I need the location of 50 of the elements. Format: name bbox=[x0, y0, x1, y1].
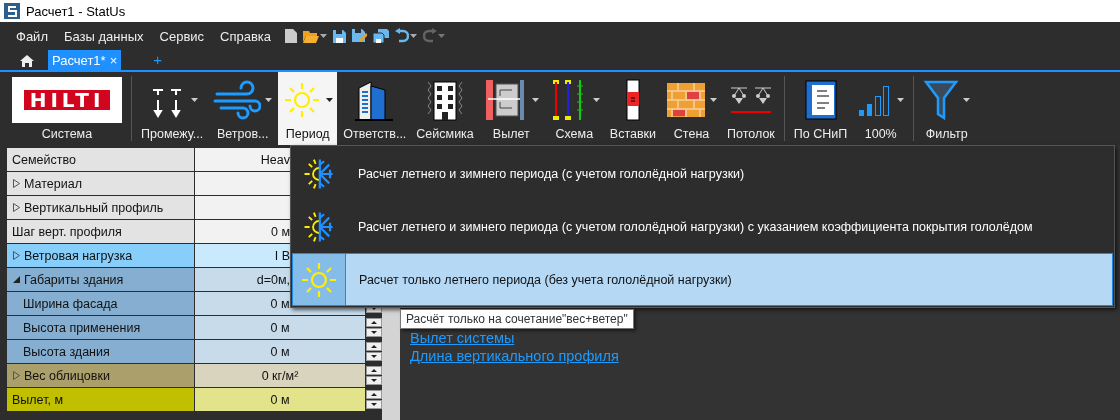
toolbar-button[interactable]: Фильтр bbox=[919, 72, 975, 145]
menu-item[interactable]: Файл bbox=[8, 28, 56, 44]
value-text: Heav bbox=[260, 152, 290, 167]
property-name: Высота здания bbox=[23, 344, 110, 359]
property-name: Шаг верт. профиля bbox=[12, 224, 122, 239]
menu-item[interactable]: Базы данных bbox=[55, 28, 152, 44]
property-name: Материал bbox=[24, 176, 82, 191]
menu-item[interactable]: Сервис bbox=[151, 28, 213, 44]
property-name: Ветровая нагрузка bbox=[24, 248, 133, 263]
value-text: 0 м bbox=[270, 392, 290, 407]
property-value[interactable]: 0 м bbox=[195, 340, 365, 363]
value-text: 0 м bbox=[270, 344, 290, 359]
property-value[interactable]: 0 м bbox=[195, 316, 365, 339]
property-value[interactable]: 0 м bbox=[195, 388, 365, 411]
property-name: Ширина фасада bbox=[23, 296, 118, 311]
toolbar-button[interactable]: Вставки bbox=[605, 72, 661, 145]
value-text: d=0м, bbox=[256, 272, 290, 287]
value-text: 0 м bbox=[270, 320, 290, 335]
property-name: Вылет, м bbox=[12, 392, 64, 407]
property-value[interactable]: 0 кг/м² bbox=[195, 364, 365, 387]
window-title: Расчет1 - StatUs bbox=[26, 3, 126, 19]
add-tab-button[interactable]: + bbox=[147, 50, 168, 69]
toolbar-button[interactable]: Сейсмика bbox=[412, 72, 478, 145]
property-name: Высота применения bbox=[23, 320, 141, 335]
value-text: 0 м bbox=[270, 224, 290, 239]
toolbar-button[interactable]: Стена bbox=[662, 72, 722, 145]
property-name: Вертикальный профиль bbox=[24, 200, 164, 215]
menu-item[interactable]: Справка bbox=[212, 28, 280, 44]
tab-label: Расчет1* bbox=[52, 52, 106, 68]
link[interactable]: Длина вертикального профиля bbox=[410, 348, 1120, 364]
value-text: 0 кг/м² bbox=[261, 368, 299, 383]
property-name: Габариты здания bbox=[24, 272, 124, 287]
toolbar-button[interactable]: 100% bbox=[853, 72, 909, 145]
toolbar-button[interactable]: HILTI Система bbox=[8, 72, 126, 145]
tooltip: Расчёт только на сочетание"вес+ветер" bbox=[400, 309, 634, 329]
toolbar-button[interactable]: Промежу... bbox=[137, 72, 208, 145]
toolbar-button[interactable]: Ответств... bbox=[339, 72, 411, 145]
toolbar-button[interactable]: Период bbox=[278, 72, 338, 145]
property-name: Семейство bbox=[12, 152, 76, 167]
logo: HILTI bbox=[23, 90, 111, 110]
property-name: Вес облицовки bbox=[24, 368, 110, 383]
toolbar-button[interactable]: Вылет bbox=[479, 72, 543, 145]
link[interactable]: Вылет системы bbox=[410, 330, 1120, 346]
toolbar-button[interactable]: Схема bbox=[544, 72, 604, 145]
menu-option[interactable]: Расчет только летнего периода (без учета гололёдной нагрузки) bbox=[292, 253, 1113, 306]
value-text: I В bbox=[274, 248, 290, 263]
toolbar-button[interactable]: Ветров... bbox=[209, 72, 277, 145]
value-text: 0 м bbox=[270, 296, 290, 311]
toolbar-button[interactable]: По СНиП bbox=[789, 72, 852, 145]
toolbar-button[interactable]: Потолок bbox=[723, 72, 779, 145]
